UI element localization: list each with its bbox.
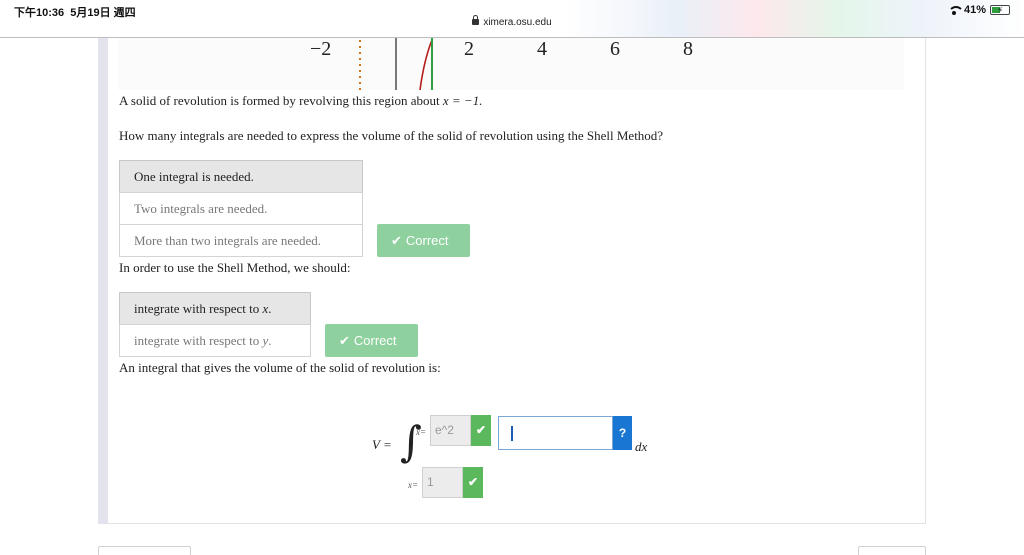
upper-limit-label: x= <box>416 427 427 437</box>
volume-label: V = <box>372 437 392 452</box>
question-1: How many integrals are needed to express… <box>119 128 664 143</box>
wifi-icon <box>947 5 964 15</box>
problem-card <box>108 38 926 524</box>
integrand-input[interactable] <box>498 416 613 450</box>
address-bar[interactable]: ximera.osu.edu <box>0 15 1024 28</box>
lock-icon <box>472 15 480 25</box>
q1-choice-one[interactable]: One integral is needed. <box>119 160 363 193</box>
lower-limit-label: x= <box>408 480 419 490</box>
check-icon: ✔ <box>391 233 402 248</box>
prev-page-tab[interactable] <box>98 546 191 555</box>
red-curve <box>419 39 433 90</box>
url-text: ximera.osu.edu <box>483 17 552 28</box>
q1-choice-more[interactable]: More than two integrals are needed. <box>119 224 363 257</box>
upper-limit-check-icon: ✔ <box>471 415 491 446</box>
rotation-axis-math: x = −1. <box>442 93 483 108</box>
lower-limit-check-icon: ✔ <box>463 467 483 498</box>
card-left-accent <box>98 38 108 524</box>
problem-statement: A solid of revolution is formed by revol… <box>119 93 483 108</box>
q2-choice-x[interactable]: integrate with respect to x. <box>119 292 311 325</box>
differential-label: dx <box>635 439 648 454</box>
check-icon: ✔ <box>339 333 350 348</box>
status-bar: 下午10:36 5月19日 週四 ximera.osu.edu 41% ⚡ <box>0 0 1024 38</box>
graph-curves <box>359 38 433 90</box>
lower-limit-input[interactable]: 1 <box>422 467 463 498</box>
next-page-tab[interactable] <box>858 546 926 555</box>
q1-correct-button[interactable]: ✔ Correct <box>377 224 470 257</box>
status-right: 41% ⚡ <box>947 4 1010 16</box>
upper-limit-input[interactable]: e^2 <box>430 415 471 446</box>
region-graph: −2 2 4 6 8 <box>118 38 904 90</box>
question-3: An integral that gives the volume of the… <box>119 360 441 375</box>
q2-correct-button[interactable]: ✔ Correct <box>325 324 418 357</box>
q2-choice-y[interactable]: integrate with respect to y. <box>119 324 311 357</box>
question-2: In order to use the Shell Method, we sho… <box>119 260 351 275</box>
battery-icon: ⚡ <box>990 5 1010 15</box>
help-button[interactable]: ? <box>613 416 632 450</box>
text-caret <box>511 426 513 441</box>
q1-choice-two[interactable]: Two integrals are needed. <box>119 192 363 225</box>
battery-percent: 41% <box>963 4 986 16</box>
